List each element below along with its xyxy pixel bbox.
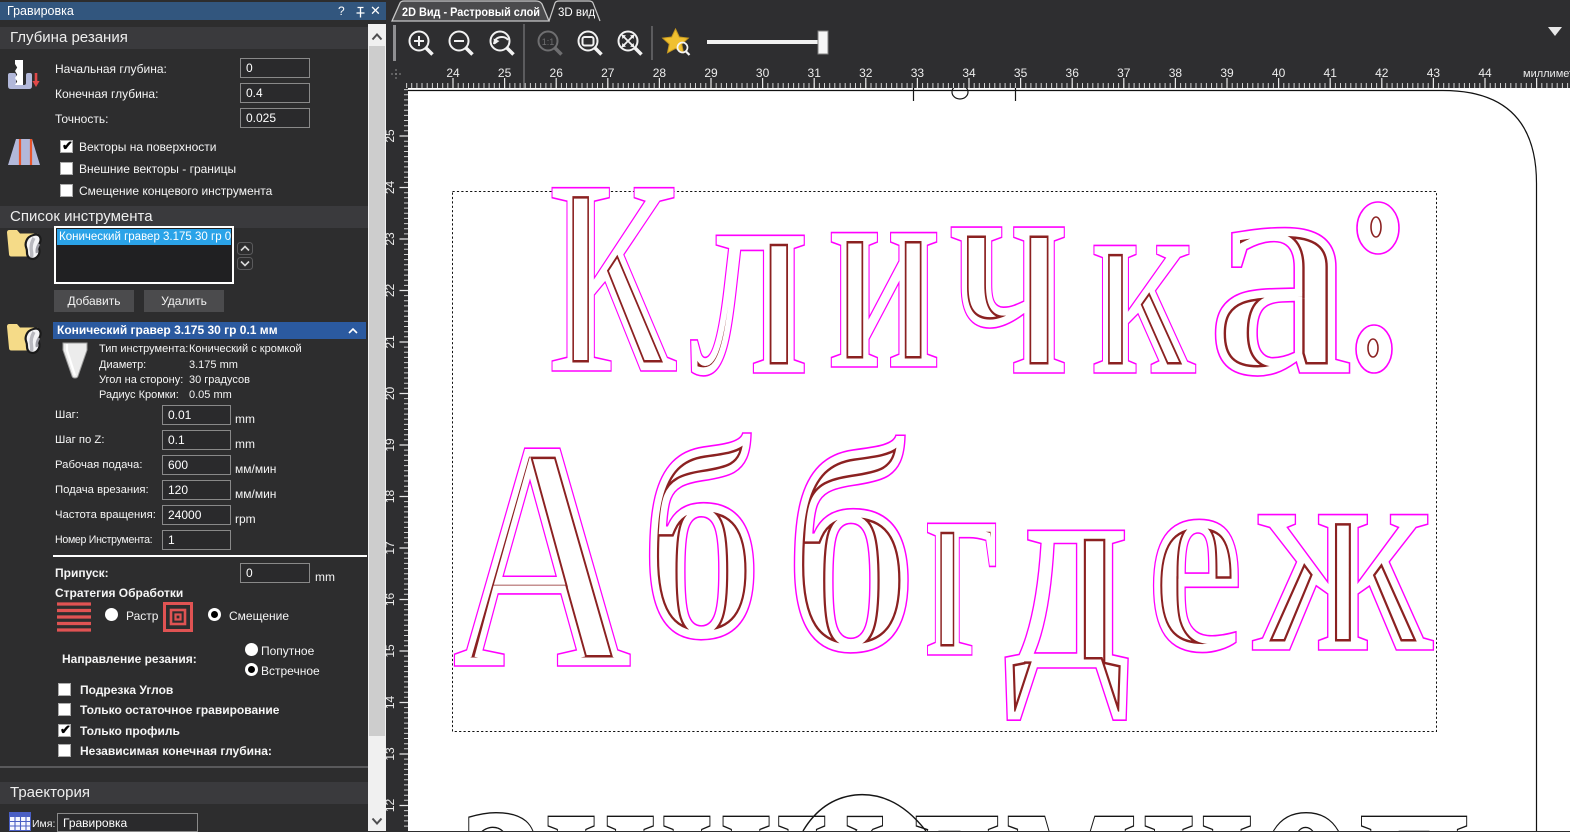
svg-text:40: 40 <box>1272 66 1286 80</box>
svg-text:22: 22 <box>386 284 397 298</box>
svg-text:33: 33 <box>911 66 925 80</box>
svg-text:23: 23 <box>386 232 397 246</box>
svg-text:39: 39 <box>1220 66 1234 80</box>
svg-text:35: 35 <box>1014 66 1028 80</box>
svg-text:42: 42 <box>1375 66 1389 80</box>
svg-text:13: 13 <box>386 747 397 761</box>
svg-text:34: 34 <box>962 66 976 80</box>
svg-text:2D Вид - Растровый слой: 2D Вид - Растровый слой <box>402 5 540 19</box>
svg-text:20: 20 <box>386 387 397 401</box>
svg-text:30: 30 <box>756 66 770 80</box>
svg-text:А: А <box>452 373 632 738</box>
svg-text:зииклмноп: зииклмноп <box>462 687 1472 831</box>
svg-text:24: 24 <box>446 66 460 80</box>
svg-text:27: 27 <box>601 66 615 80</box>
svg-text:е: е <box>1146 403 1244 711</box>
svg-text:24: 24 <box>386 181 397 195</box>
svg-text:25: 25 <box>498 66 512 80</box>
svg-text:25: 25 <box>386 129 397 143</box>
svg-text:г: г <box>923 400 1000 718</box>
svg-text:14: 14 <box>386 696 397 710</box>
svg-text:29: 29 <box>704 66 718 80</box>
svg-text:ж: ж <box>1252 387 1436 714</box>
svg-text:1:1: 1:1 <box>542 37 555 47</box>
svg-text:32: 32 <box>859 66 873 80</box>
svg-text:15: 15 <box>386 644 397 658</box>
svg-text:41: 41 <box>1324 66 1338 80</box>
svg-text:б: б <box>784 383 918 715</box>
svg-text:ч: ч <box>948 90 1070 442</box>
svg-text:18: 18 <box>386 490 397 504</box>
svg-text:37: 37 <box>1117 66 1131 80</box>
svg-text:36: 36 <box>1066 66 1080 80</box>
svg-text:16: 16 <box>386 593 397 607</box>
svg-text:26: 26 <box>550 66 564 80</box>
svg-text:38: 38 <box>1169 66 1183 80</box>
svg-text:21: 21 <box>386 335 397 349</box>
svg-text:43: 43 <box>1427 66 1441 80</box>
svg-text:д: д <box>1002 401 1131 733</box>
svg-text:к: к <box>1090 126 1196 434</box>
svg-text:3D вид: 3D вид <box>558 7 595 19</box>
svg-text:17: 17 <box>386 541 397 555</box>
svg-text:миллиметры: миллиметры <box>1523 68 1570 80</box>
svg-text:28: 28 <box>653 66 667 80</box>
svg-text:б: б <box>640 383 763 699</box>
svg-text:19: 19 <box>386 438 397 452</box>
svg-text:44: 44 <box>1478 66 1492 80</box>
svg-text:31: 31 <box>808 66 822 80</box>
svg-text:12: 12 <box>386 799 397 813</box>
